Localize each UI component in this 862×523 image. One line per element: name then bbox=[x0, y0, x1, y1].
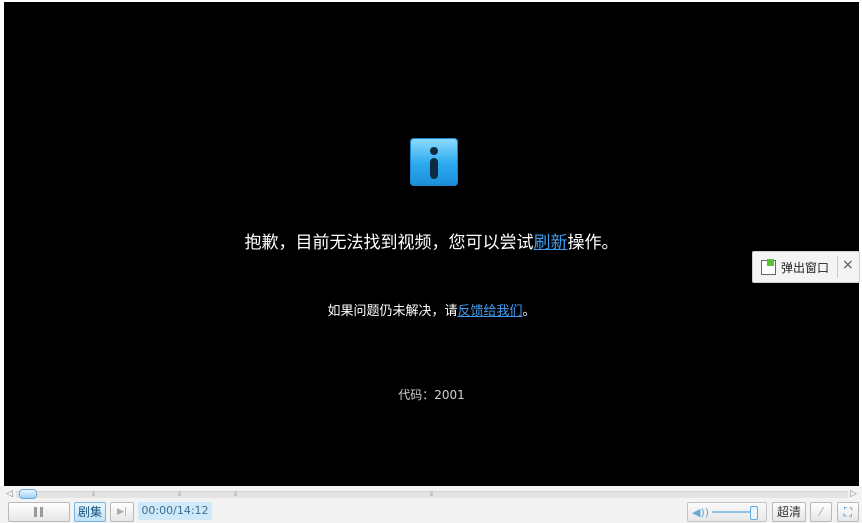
progress-marker bbox=[430, 491, 433, 496]
progress-marker bbox=[92, 491, 95, 496]
info-icon bbox=[410, 138, 458, 186]
pause-icon bbox=[40, 507, 43, 517]
feedback-message-text: 如果问题仍未解决，请 bbox=[327, 304, 458, 319]
progress-handle[interactable] bbox=[19, 489, 37, 499]
episodes-button[interactable]: 剧集 bbox=[74, 502, 106, 522]
volume-handle[interactable] bbox=[750, 506, 758, 520]
tool-icon[interactable]: ⁄ bbox=[810, 502, 832, 522]
feedback-link[interactable]: 反馈给我们 bbox=[457, 304, 522, 319]
error-message-suffix: 操作。 bbox=[567, 233, 619, 253]
divider bbox=[837, 256, 838, 278]
pause-button[interactable] bbox=[8, 502, 70, 522]
refresh-link[interactable]: 刷新 bbox=[534, 233, 568, 253]
next-icon[interactable]: ▶| bbox=[110, 502, 134, 522]
progress-marker bbox=[234, 491, 237, 496]
feedback-message: 如果问题仍未解决，请反馈给我们。 bbox=[4, 300, 859, 319]
feedback-message-suffix: 。 bbox=[522, 304, 536, 319]
progress-left-arrow-icon[interactable]: ◁ bbox=[6, 489, 13, 499]
popout-icon bbox=[761, 259, 776, 275]
pause-icon bbox=[34, 507, 37, 517]
error-message: 抱歉，目前无法找到视频，您可以尝试刷新操作。 bbox=[4, 228, 859, 253]
volume-track[interactable] bbox=[712, 511, 754, 513]
error-code: 代码：2001 bbox=[398, 388, 465, 402]
error-message-text: 抱歉，目前无法找到视频，您可以尝试 bbox=[244, 233, 534, 253]
popout-window-button[interactable]: 弹出窗口 × bbox=[752, 251, 860, 283]
fullscreen-icon[interactable]: ⛶ bbox=[837, 502, 859, 522]
volume-control[interactable]: ◀)) bbox=[687, 502, 767, 522]
time-display: 00:00/14:12 bbox=[138, 502, 212, 520]
progress-right-arrow-icon[interactable]: ▷ bbox=[850, 489, 857, 499]
quality-button[interactable]: 超清 bbox=[772, 502, 806, 522]
popout-label: 弹出窗口 bbox=[781, 261, 830, 275]
volume-icon[interactable]: ◀)) bbox=[692, 506, 709, 519]
video-area[interactable]: 抱歉，目前无法找到视频，您可以尝试刷新操作。 如果问题仍未解决，请反馈给我们。 … bbox=[4, 2, 859, 486]
progress-marker bbox=[178, 491, 181, 496]
close-icon[interactable]: × bbox=[842, 257, 854, 273]
